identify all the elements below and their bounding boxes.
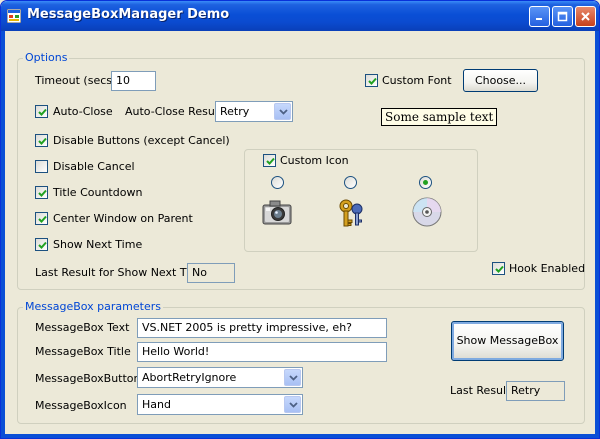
- check-icon: [38, 215, 47, 223]
- messagebox-buttons-dropdown[interactable]: AbortRetryIgnore: [137, 367, 303, 388]
- show-messagebox-button[interactable]: Show MessageBox: [451, 321, 564, 361]
- dropdown-arrow[interactable]: [284, 369, 301, 386]
- camera-icon[interactable]: [261, 196, 293, 228]
- keys-icon-radio[interactable]: [344, 176, 357, 189]
- minimize-button[interactable]: [529, 6, 550, 27]
- hook-enabled-checkbox[interactable]: [492, 262, 505, 275]
- camera-icon-radio[interactable]: [271, 176, 284, 189]
- title-countdown-label: Title Countdown: [53, 186, 143, 199]
- radio-selected-dot: [423, 180, 428, 185]
- messagebox-title-input[interactable]: Hello World!: [137, 342, 387, 362]
- hook-enabled-label: Hook Enabled: [509, 262, 586, 275]
- maximize-button[interactable]: [552, 6, 573, 27]
- title-countdown-checkbox[interactable]: [35, 186, 48, 199]
- main-window: MessageBoxManager Demo Options Timeout (…: [0, 0, 600, 439]
- show-next-time-label: Show Next Time: [53, 238, 143, 251]
- close-button[interactable]: [575, 6, 596, 27]
- check-icon: [368, 77, 377, 85]
- last-result-snt-label: Last Result for Show Next Time: [35, 266, 207, 279]
- maximize-icon: [557, 11, 568, 22]
- options-group-title: Options: [23, 51, 70, 64]
- auto-close-label: Auto-Close: [53, 105, 113, 118]
- dropdown-arrow[interactable]: [274, 103, 291, 120]
- keys-icon[interactable]: [335, 196, 367, 228]
- check-icon: [38, 108, 47, 116]
- params-group-title: MessageBox parameters: [23, 300, 163, 313]
- messagebox-icon-dropdown[interactable]: Hand: [137, 394, 303, 415]
- check-icon: [38, 241, 47, 249]
- chevron-down-icon: [289, 402, 298, 408]
- disable-buttons-checkbox[interactable]: [35, 134, 48, 147]
- center-window-checkbox[interactable]: [35, 212, 48, 225]
- show-next-time-checkbox[interactable]: [35, 238, 48, 251]
- minimize-icon: [536, 18, 542, 20]
- auto-close-result-label: Auto-Close Result: [125, 105, 223, 118]
- custom-icon-checkbox[interactable]: [263, 154, 276, 167]
- last-result-label: Last Result: [450, 384, 511, 397]
- last-result-value: Retry: [506, 381, 565, 401]
- messagebox-buttons-value: AbortRetryIgnore: [142, 371, 237, 384]
- messagebox-icon-label: MessageBoxIcon: [35, 399, 127, 412]
- window-frame-left: [1, 31, 5, 438]
- cd-icon[interactable]: [411, 196, 443, 228]
- disable-buttons-label: Disable Buttons (except Cancel): [53, 134, 230, 147]
- check-icon: [266, 157, 275, 165]
- app-icon: [6, 8, 22, 24]
- close-icon: [581, 12, 590, 21]
- timeout-label: Timeout (secs): [35, 74, 117, 87]
- auto-close-result-dropdown[interactable]: Retry: [215, 101, 293, 122]
- messagebox-buttons-label: MessageBoxButtons: [35, 372, 147, 385]
- auto-close-checkbox[interactable]: [35, 105, 48, 118]
- window-title: MessageBoxManager Demo: [27, 7, 230, 22]
- messagebox-text-input[interactable]: VS.NET 2005 is pretty impressive, eh?: [137, 318, 387, 338]
- choose-font-button[interactable]: Choose...: [463, 69, 538, 92]
- cd-icon-radio[interactable]: [419, 176, 432, 189]
- messagebox-title-label: MessageBox Title: [35, 345, 131, 358]
- center-window-label: Center Window on Parent: [53, 212, 193, 225]
- disable-cancel-label: Disable Cancel: [53, 160, 135, 173]
- messagebox-text-label: MessageBox Text: [35, 321, 130, 334]
- window-frame-bottom: [1, 434, 599, 438]
- check-icon: [38, 189, 47, 197]
- check-icon: [38, 137, 47, 145]
- chevron-down-icon: [279, 109, 288, 115]
- messagebox-icon-value: Hand: [142, 398, 171, 411]
- custom-font-checkbox[interactable]: [365, 74, 378, 87]
- title-bar[interactable]: MessageBoxManager Demo: [1, 1, 599, 31]
- chevron-down-icon: [289, 375, 298, 381]
- timeout-input[interactable]: 10: [111, 71, 156, 91]
- last-result-snt-value: No: [187, 263, 235, 283]
- window-frame-right: [595, 31, 599, 438]
- custom-icon-label: Custom Icon: [280, 154, 351, 168]
- auto-close-result-value: Retry: [220, 105, 250, 118]
- dropdown-arrow[interactable]: [284, 396, 301, 413]
- disable-cancel-checkbox[interactable]: [35, 160, 48, 173]
- check-icon: [495, 265, 504, 273]
- custom-font-label: Custom Font: [382, 74, 452, 87]
- sample-text-preview: Some sample text: [381, 108, 498, 126]
